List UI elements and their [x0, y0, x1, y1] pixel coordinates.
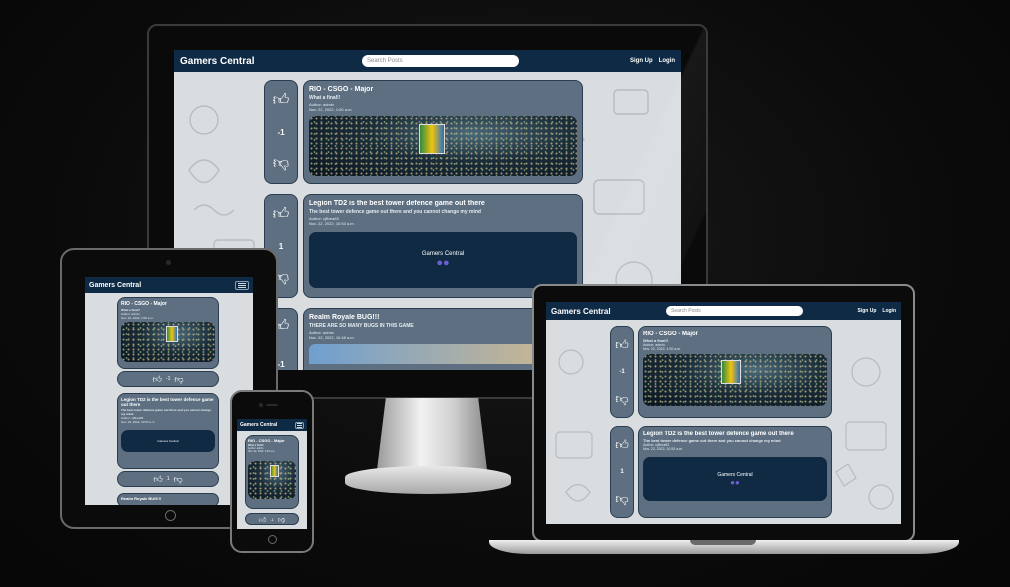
post-card[interactable]: RIO - CSGO - Major What a final!! Author… [638, 326, 832, 418]
thumbs-down-icon[interactable]: 👎︎ [273, 154, 289, 173]
post-date: Nov. 22, 2022, 10:53 a.m. [121, 420, 156, 424]
post-title[interactable]: Legion TD2 is the best tower defence gam… [643, 431, 827, 437]
tablet-home-button [165, 510, 176, 521]
thumbs-up-icon[interactable]: 👍︎ [273, 205, 290, 224]
post-subtitle: The best tower defence game out there an… [121, 408, 212, 416]
post-image-placeholder: Gamers Central ●● [643, 457, 827, 501]
thumbs-up-icon[interactable]: 👍︎ [615, 337, 629, 353]
phone-screen: Gamers Central RIO - CSGO - Major What a… [237, 419, 307, 529]
brand-logo[interactable]: Gamers Central [551, 307, 611, 316]
post-card[interactable]: RIO - CSGO - Major What a final!! Author… [303, 80, 583, 184]
post-date: Nov. 22, 2022, 1:00 a.m. [248, 450, 276, 453]
post-image [121, 322, 215, 362]
post-title[interactable]: Legion TD2 is the best tower defence gam… [121, 397, 215, 407]
post-title[interactable]: RIO - CSGO - Major [643, 331, 827, 337]
vote-count: 1 [166, 476, 170, 482]
post-card[interactable]: Legion TD2 is the best tower defence gam… [638, 426, 832, 518]
thumbs-up-icon[interactable]: 👍︎ [259, 515, 266, 524]
vote-count: -1 [277, 360, 285, 369]
thumbs-down-icon[interactable]: 👎︎ [278, 515, 285, 524]
post-card[interactable]: RIO - CSGO - Major What a final!! Author… [117, 297, 219, 369]
thumbs-up-icon[interactable]: 👍︎ [615, 437, 629, 453]
hamburger-menu-icon[interactable] [295, 421, 304, 429]
post-row: 👍︎ -1 👎︎ RIO - CSGO - Major What a final… [610, 326, 832, 418]
laptop-device: Gamers Central Search Posts Sign Up Logi… [532, 284, 915, 542]
post-date: Nov. 22, 2022, 1:00 a.m. [121, 316, 154, 320]
monitor-stand [377, 398, 487, 470]
monitor-base [345, 466, 511, 494]
post-title[interactable]: Realm Royale BUG!!! [121, 496, 215, 501]
showcase-background: Gamers Central Search Posts Sign Up Logi… [0, 0, 1010, 587]
tablet-screen: Gamers Central RIO - CSGO - Major What a… [85, 277, 253, 505]
thumbs-down-icon[interactable]: 👎︎ [174, 374, 183, 385]
post-image-placeholder: Gamers Central ●● [309, 232, 577, 288]
post-date: Nov. 22, 2022, 10:53 a.m. [643, 447, 684, 451]
brand-logo[interactable]: Gamers Central [89, 282, 141, 289]
post-card[interactable]: RIO - CSGO - Major What a final!! Author… [245, 435, 299, 509]
laptop-screen: Gamers Central Search Posts Sign Up Logi… [546, 302, 901, 524]
gamepad-icon: ●● [436, 257, 450, 269]
vote-column: 👍︎ 1 👎︎ [610, 426, 634, 518]
vote-column: 👍︎ -1 👎︎ [610, 326, 634, 418]
login-link[interactable]: Login [882, 308, 896, 314]
post-card[interactable]: Legion TD2 is the best tower defence gam… [303, 194, 583, 298]
post-card[interactable]: Realm Royale BUG!!! [117, 493, 219, 505]
post-title[interactable]: RIO - CSGO - Major [309, 86, 577, 93]
search-input[interactable]: Search Posts [666, 306, 803, 316]
phone-home-button [268, 535, 277, 544]
vote-bar: 👍︎ 1 👎︎ [117, 471, 219, 487]
thumbs-down-icon[interactable]: 👎︎ [615, 391, 628, 407]
thumbs-up-icon[interactable]: 👍︎ [273, 91, 290, 110]
laptop-notch [690, 540, 756, 545]
vote-count: -1 [619, 369, 625, 375]
vote-column: 👍︎ -1 👎︎ [264, 80, 298, 184]
post-card[interactable]: Legion TD2 is the best tower defence gam… [117, 393, 219, 469]
brand-logo[interactable]: Gamers Central [240, 422, 277, 428]
vote-count: 1 [278, 241, 284, 251]
post-row: 👍︎ 1 👎︎ Legion TD2 is the best tower def… [610, 426, 832, 518]
brand-logo[interactable]: Gamers Central [180, 56, 254, 67]
vote-bar: 👍︎ -1 👎︎ [117, 371, 219, 387]
post-subtitle: The best tower defence game out there an… [309, 209, 481, 215]
post-image [643, 354, 827, 406]
phone-device: Gamers Central RIO - CSGO - Major What a… [230, 390, 314, 553]
post-image-placeholder: Gamers Central [121, 430, 215, 452]
post-image [248, 461, 296, 499]
thumbs-down-icon[interactable]: 👎︎ [174, 474, 183, 485]
post-date: Nov. 22, 2022, 1:00 a.m. [309, 107, 353, 112]
navbar: Gamers Central [85, 277, 253, 293]
post-title[interactable]: Legion TD2 is the best tower defence gam… [309, 200, 577, 207]
navbar: Gamers Central [237, 419, 307, 431]
post-date: Nov. 22, 2022, 1:00 a.m. [643, 347, 682, 351]
hamburger-menu-icon[interactable] [235, 280, 249, 290]
post-date: Nov. 22, 2022, 10:53 a.m. [309, 221, 355, 226]
gamepad-icon: ●● [730, 477, 740, 487]
post-title[interactable]: RIO - CSGO - Major [248, 438, 296, 443]
post-image [309, 116, 577, 176]
vote-bar: 👍︎ -1 👎︎ [245, 513, 299, 525]
post-subtitle: What a final!! [309, 95, 341, 101]
vote-count: -1 [165, 376, 171, 382]
post-title[interactable]: RIO - CSGO - Major [121, 301, 215, 307]
thumbs-down-icon[interactable]: 👎︎ [615, 491, 628, 507]
signup-link[interactable]: Sign Up [858, 308, 877, 314]
search-input[interactable]: Search Posts [362, 55, 519, 67]
nav-links: Sign Up Login [858, 308, 897, 314]
thumbs-up-icon[interactable]: 👍︎ [153, 374, 162, 385]
placeholder-label: Gamers Central [157, 439, 179, 443]
navbar: Gamers Central Search Posts Sign Up Logi… [546, 302, 901, 320]
post-row: 👍︎ 1 👎︎ Legion TD2 is the best tower def… [264, 194, 583, 298]
post-row: 👍︎ -1 👎︎ RIO - CSGO - Major What a final… [264, 80, 583, 184]
vote-count: -1 [277, 127, 285, 137]
thumbs-up-icon[interactable]: 👍︎ [153, 474, 162, 485]
vote-count: -1 [270, 516, 274, 522]
vote-count: 1 [620, 469, 624, 475]
